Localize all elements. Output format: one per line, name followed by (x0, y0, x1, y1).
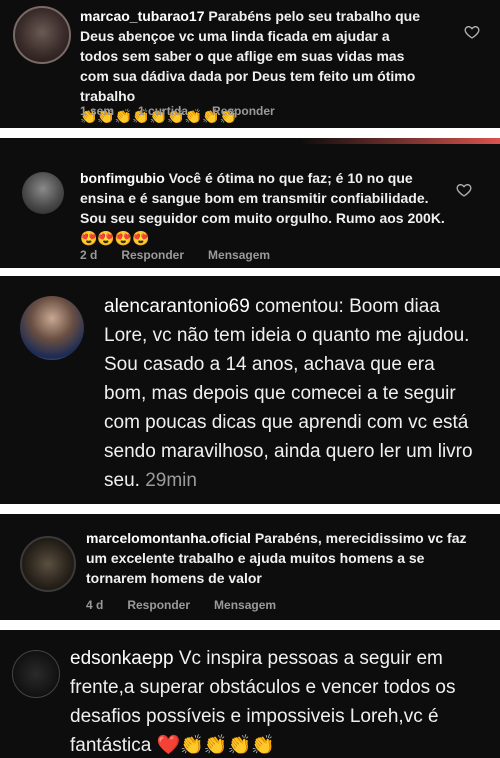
comment-username[interactable]: marcelomontanha.oficial (86, 530, 251, 546)
reply-button[interactable]: Responder (121, 248, 184, 262)
comment-text: alencarantonio69 comentou: Boom diaa Lor… (104, 292, 474, 495)
comment-meta: 2 d Responder Mensagem (80, 248, 270, 262)
heart-eyes-emojis: 😍😍😍😍 (80, 230, 150, 246)
avatar[interactable] (20, 296, 84, 360)
comment-text: bonfimgubio Você é ótima no que faz; é 1… (80, 168, 450, 248)
avatar[interactable] (13, 6, 71, 64)
timestamp: 29min (145, 470, 197, 491)
reply-button[interactable]: Responder (212, 104, 275, 118)
timestamp: 4 d (86, 598, 104, 612)
accent-strip (0, 138, 500, 144)
timestamp: 1 sem (80, 104, 115, 118)
comment-username[interactable]: marcao_tubarao17 (80, 8, 205, 24)
timestamp: 2 d (80, 248, 98, 262)
likes-count[interactable]: 1 curtida (138, 104, 188, 118)
avatar[interactable] (20, 536, 76, 592)
comment-body: comentou: Boom diaa Lore, vc não tem ide… (104, 296, 473, 491)
comment-card-5: edsonkaepp Vc inspira pessoas a seguir e… (0, 630, 500, 758)
comment-card-2: bonfimgubio Você é ótima no que faz; é 1… (0, 138, 500, 268)
heart-clap-emojis: ❤️👏👏👏👏 (156, 735, 275, 756)
comment-meta: 4 d Responder Mensagem (86, 598, 276, 612)
comment-card-3: alencarantonio69 comentou: Boom diaa Lor… (0, 276, 500, 504)
reply-button[interactable]: Responder (127, 598, 190, 612)
comment-text: marcelomontanha.oficial Parabéns, mereci… (86, 528, 486, 588)
message-button[interactable]: Mensagem (208, 248, 270, 262)
message-button[interactable]: Mensagem (214, 598, 276, 612)
heart-icon[interactable] (464, 24, 480, 40)
comment-username[interactable]: alencarantonio69 (104, 296, 250, 317)
avatar[interactable] (22, 172, 64, 214)
comment-card-4: marcelomontanha.oficial Parabéns, mereci… (0, 514, 500, 620)
comment-username[interactable]: bonfimgubio (80, 170, 165, 186)
heart-icon[interactable] (456, 182, 472, 198)
avatar[interactable] (12, 650, 60, 698)
comment-username[interactable]: edsonkaepp (70, 648, 174, 669)
comment-meta: 1 sem 1 curtida Responder (80, 104, 275, 118)
comment-text: edsonkaepp Vc inspira pessoas a seguir e… (70, 644, 490, 758)
comment-card-1: marcao_tubarao17 Parabéns pelo seu traba… (0, 0, 500, 128)
